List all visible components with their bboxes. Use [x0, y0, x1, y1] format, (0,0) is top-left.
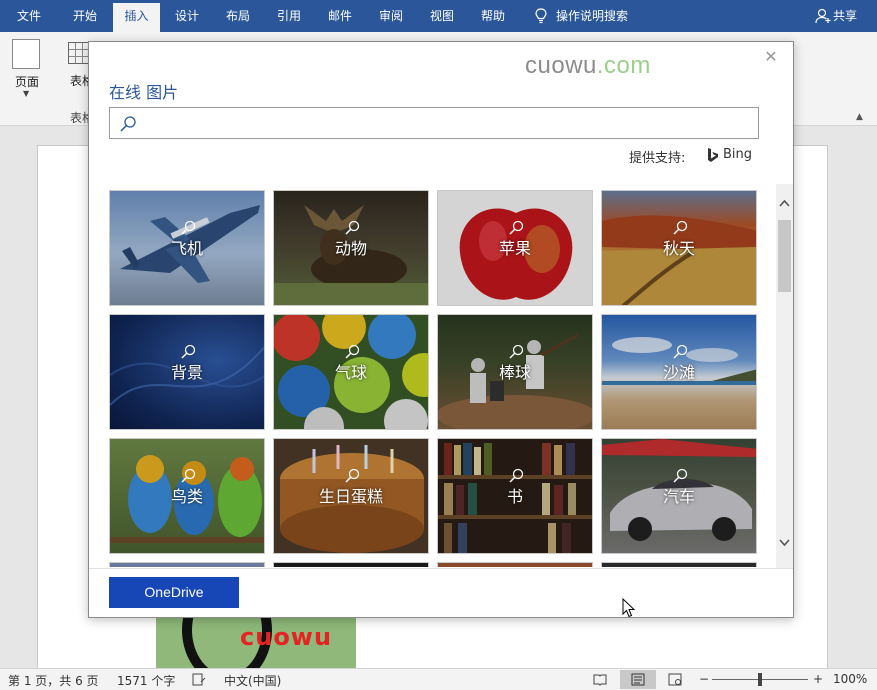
result-tile-background[interactable]: 背景 [109, 314, 265, 430]
zoom-level[interactable]: 100% [833, 672, 867, 686]
tab-review[interactable]: 审阅 [366, 0, 416, 32]
search-icon [509, 468, 524, 483]
page-count[interactable]: 第 1 页，共 6 页 [8, 672, 99, 689]
document-image-text: cuowu [240, 623, 333, 651]
tile-label: 秋天 [662, 239, 695, 258]
zoom-in-button[interactable]: + [813, 672, 823, 686]
result-tile-birds[interactable]: 鸟类 [109, 438, 265, 554]
search-icon [181, 344, 196, 359]
tile-label: 书 [506, 487, 523, 506]
chevron-up-icon[interactable] [778, 198, 791, 208]
footer-divider [89, 568, 793, 569]
tab-design[interactable]: 设计 [162, 0, 212, 32]
search-icon [181, 220, 196, 235]
tile-label: 生日蛋糕 [318, 487, 383, 506]
bing-logo-icon [708, 148, 718, 162]
person-icon[interactable] [815, 8, 831, 24]
tab-file[interactable]: 文件 [4, 0, 54, 32]
result-tile-autumn[interactable]: 秋天 [601, 190, 757, 306]
result-tile-partial[interactable] [601, 562, 757, 567]
close-icon[interactable]: ✕ [762, 48, 780, 66]
search-icon [509, 344, 524, 359]
provided-by-label: 提供支持: [629, 151, 686, 166]
read-mode-icon[interactable] [593, 673, 607, 686]
search-icon [673, 220, 688, 235]
print-layout-icon [631, 673, 645, 686]
online-pictures-dialog: cuowu.com ✕ 在线 图片 提供支持: Bing 飞机 动物 苹果 秋天… [88, 41, 794, 618]
watermark-main: cuowu [525, 52, 597, 79]
watermark: cuowu.com [525, 52, 651, 80]
search-icon [673, 468, 688, 483]
tab-mailings[interactable]: 邮件 [315, 0, 365, 32]
watermark-suffix: com [604, 52, 651, 79]
tab-help[interactable]: 帮助 [468, 0, 518, 32]
tab-references[interactable]: 引用 [264, 0, 314, 32]
tile-label: 鸟类 [170, 487, 203, 506]
pages-button[interactable]: 页面 ▼ [9, 37, 47, 103]
chevron-down-icon: ▼ [23, 89, 30, 98]
tile-label: 棒球 [498, 363, 531, 382]
result-tile-car[interactable]: 汽车 [601, 438, 757, 554]
search-icon [673, 344, 688, 359]
document-image[interactable]: cuowu [156, 615, 356, 668]
search-icon [345, 468, 360, 483]
pages-label: 页面 [14, 75, 39, 89]
onedrive-button[interactable]: OneDrive [109, 577, 239, 608]
dialog-title: 在线 图片 [109, 83, 179, 102]
web-layout-icon[interactable] [668, 673, 682, 686]
status-bar: 第 1 页，共 6 页 1571 个字 中文(中国) − + 100% [0, 668, 877, 690]
result-tile-partial[interactable] [109, 562, 265, 567]
tab-home[interactable]: 开始 [60, 0, 110, 32]
result-tile-birthday-cake[interactable]: 生日蛋糕 [273, 438, 429, 554]
image-results-grid: 飞机 动物 苹果 秋天 背景 气球 棒球 沙滩 鸟类 生日蛋糕 书 汽车 [109, 187, 759, 567]
tab-insert[interactable]: 插入 [113, 3, 160, 32]
tile-label: 汽车 [662, 487, 695, 506]
tile-label: 飞机 [170, 239, 203, 258]
tell-me-search[interactable]: 操作说明搜索 [556, 0, 640, 32]
search-icon [181, 468, 196, 483]
collapse-ribbon-icon[interactable]: ▲ [856, 112, 863, 122]
result-tile-partial[interactable] [437, 562, 593, 567]
watermark-dot: . [596, 52, 605, 79]
share-button[interactable]: 共享 [833, 0, 863, 32]
tile-label: 沙滩 [662, 363, 695, 382]
result-tile-partial[interactable] [273, 562, 429, 567]
result-tile-baseball[interactable]: 棒球 [437, 314, 593, 430]
chevron-down-icon[interactable] [778, 538, 791, 548]
ribbon-tab-bar: 文件 开始 插入 设计 布局 引用 邮件 审阅 视图 帮助 操作说明搜索 共享 [0, 0, 877, 32]
search-icon [509, 220, 524, 235]
table-label: 表格 [70, 74, 90, 88]
word-count[interactable]: 1571 个字 [117, 672, 175, 689]
table-button[interactable]: 表格 表格 [66, 40, 90, 126]
tile-label: 动物 [334, 239, 367, 258]
zoom-slider-thumb[interactable] [758, 673, 762, 686]
proofing-icon[interactable] [192, 673, 206, 686]
page-icon [12, 39, 40, 69]
result-tile-beach[interactable]: 沙滩 [601, 314, 757, 430]
results-scrollbar[interactable] [776, 184, 793, 568]
result-tile-airplane[interactable]: 飞机 [109, 190, 265, 306]
search-icon [345, 220, 360, 235]
tab-layout[interactable]: 布局 [213, 0, 263, 32]
print-layout-button[interactable] [620, 670, 656, 689]
lightbulb-icon[interactable] [534, 8, 548, 24]
tile-label: 气球 [334, 363, 367, 382]
result-tile-animals[interactable]: 动物 [273, 190, 429, 306]
result-tile-balloons[interactable]: 气球 [273, 314, 429, 430]
mouse-cursor-icon [622, 598, 636, 618]
tile-label: 苹果 [498, 239, 531, 258]
bing-provider-label: Bing [723, 147, 753, 162]
language-indicator[interactable]: 中文(中国) [224, 672, 281, 689]
bing-search-input[interactable] [109, 107, 759, 139]
tab-view[interactable]: 视图 [417, 0, 467, 32]
zoom-out-button[interactable]: − [699, 672, 709, 686]
search-icon [120, 116, 136, 132]
search-icon [345, 344, 360, 359]
result-tile-apple[interactable]: 苹果 [437, 190, 593, 306]
tile-label: 背景 [170, 363, 203, 382]
table-icon [68, 42, 90, 64]
scrollbar-thumb[interactable] [778, 220, 791, 292]
result-tile-books[interactable]: 书 [437, 438, 593, 554]
table-group-label: 表格 [70, 111, 90, 125]
